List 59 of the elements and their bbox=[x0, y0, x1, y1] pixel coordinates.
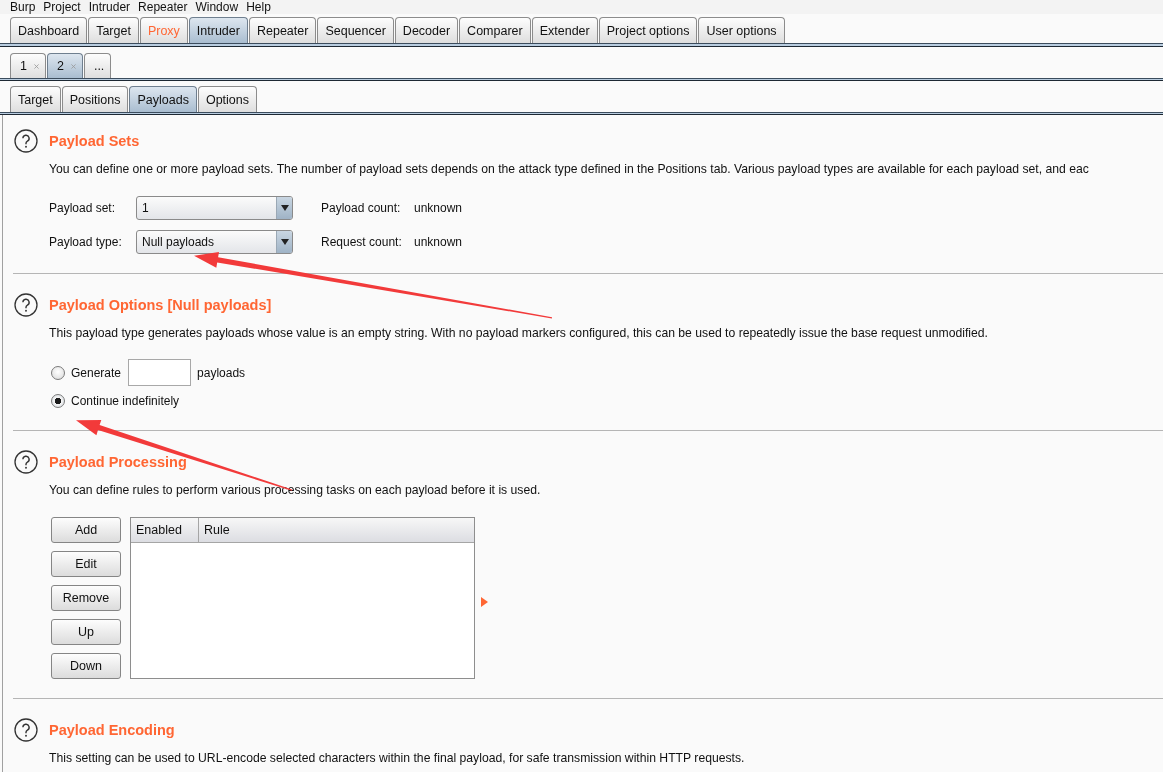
info-label: Payload count: bbox=[321, 201, 402, 215]
radio-button[interactable] bbox=[51, 365, 65, 380]
attack-tab[interactable]: 2 bbox=[46, 53, 83, 78]
caret-icon[interactable] bbox=[276, 197, 292, 219]
help-icon[interactable] bbox=[14, 293, 38, 317]
radio-label: Generate bbox=[71, 365, 122, 380]
attack-tab[interactable]: ... bbox=[83, 53, 112, 78]
menu-item[interactable]: Burp bbox=[10, 0, 36, 14]
main-tab[interactable]: Comparer bbox=[459, 17, 531, 43]
sub-tab[interactable]: Options bbox=[197, 86, 257, 112]
dropdown[interactable]: Null payloads bbox=[136, 230, 293, 254]
menu-item[interactable]: Project bbox=[43, 0, 81, 14]
info-label: Request count: bbox=[321, 235, 403, 249]
section-description: You can define rules to perform various processing tasks on each payload before it is used. bbox=[48, 482, 542, 498]
section-description: You can define one or more payload sets. The number of payload sets depends on the attack type defined in the Positions tab. Various payload types are available for each payload set, and eac bbox=[48, 161, 1090, 177]
main-tab[interactable]: User options bbox=[698, 17, 785, 43]
field-suffix: payloads bbox=[197, 365, 246, 380]
input-field[interactable] bbox=[128, 359, 192, 386]
menu-item[interactable]: Window bbox=[195, 0, 239, 14]
field-label: Payload type: bbox=[49, 235, 123, 249]
help-icon[interactable] bbox=[14, 450, 38, 474]
main-tab[interactable]: Sequencer bbox=[317, 17, 394, 43]
section-title: Payload Options [Null payloads] bbox=[49, 297, 272, 313]
menu-item[interactable]: Repeater bbox=[138, 0, 188, 14]
triangle-right-icon[interactable] bbox=[481, 597, 488, 607]
section-title: Payload Processing bbox=[49, 454, 187, 470]
help-icon[interactable] bbox=[14, 129, 38, 153]
info-value: unknown bbox=[414, 235, 463, 249]
main-tab[interactable]: Extender bbox=[531, 17, 598, 43]
main-tab[interactable]: Repeater bbox=[248, 17, 317, 43]
section-description: This payload type generates payloads whose value is an empty string. With no payload markers configured, this can be used to repeatedly issue the base request unmodified. bbox=[48, 325, 989, 341]
section-title: Payload Sets bbox=[49, 133, 140, 149]
attack-tab[interactable]: 1 bbox=[10, 53, 46, 78]
main-tab[interactable]: Target bbox=[88, 17, 139, 43]
section-description: This setting can be used to URL-encode selected characters within the final payload, for safe transmission within HTTP requests. bbox=[48, 750, 746, 766]
radio-button[interactable] bbox=[51, 394, 65, 408]
column-header[interactable]: Rule bbox=[199, 518, 230, 542]
main-tab[interactable]: Intruder bbox=[188, 17, 248, 43]
rule-button[interactable]: Down bbox=[51, 653, 121, 679]
radio-label: Continue indefinitely bbox=[71, 394, 180, 408]
section-title: Payload Encoding bbox=[49, 722, 175, 738]
caret-icon[interactable] bbox=[276, 231, 292, 253]
help-icon[interactable] bbox=[14, 718, 38, 742]
dropdown[interactable]: 1 bbox=[136, 196, 293, 220]
sub-tab[interactable]: Target bbox=[10, 86, 61, 112]
rule-button[interactable]: Add bbox=[51, 517, 121, 543]
sub-tab[interactable]: Payloads bbox=[129, 86, 197, 112]
rule-button[interactable]: Up bbox=[51, 619, 121, 645]
menu-item[interactable]: Help bbox=[246, 0, 271, 14]
main-tab[interactable]: Dashboard bbox=[10, 17, 88, 43]
main-tab[interactable]: Decoder bbox=[394, 17, 459, 43]
main-tab[interactable]: Project options bbox=[598, 17, 698, 43]
column-header[interactable]: Enabled bbox=[131, 518, 199, 542]
rule-button[interactable]: Remove bbox=[51, 585, 121, 611]
sub-tab[interactable]: Positions bbox=[61, 86, 129, 112]
info-value: unknown bbox=[414, 201, 463, 215]
rule-button[interactable]: Edit bbox=[51, 551, 121, 577]
menu-item[interactable]: Intruder bbox=[88, 0, 131, 14]
field-label: Payload set: bbox=[49, 201, 117, 215]
